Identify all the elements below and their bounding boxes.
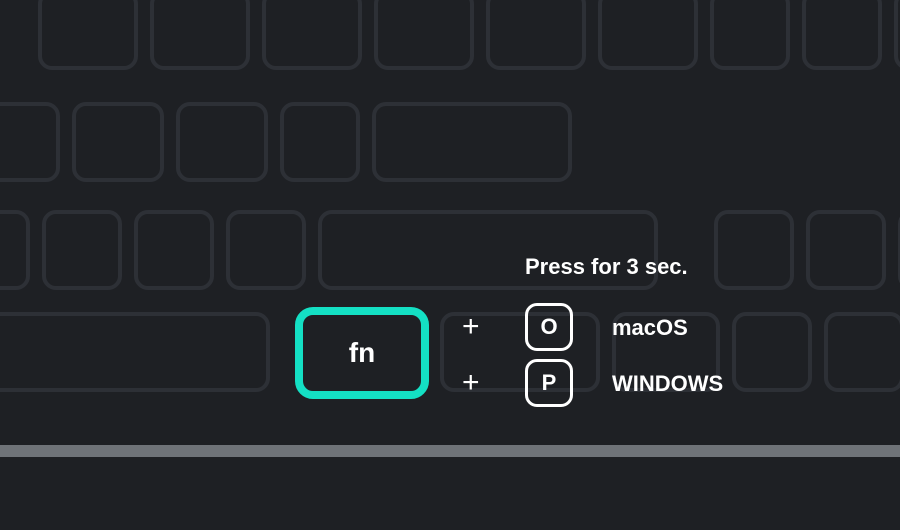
plus-icon: + [462, 312, 480, 342]
key-p-label: P [542, 370, 557, 396]
bg-key [372, 102, 572, 182]
bg-key [894, 0, 900, 70]
bg-key [710, 0, 790, 70]
key-p: P [525, 359, 573, 407]
bg-key [598, 0, 698, 70]
bg-key [824, 312, 900, 392]
bg-key [134, 210, 214, 290]
bg-key [802, 0, 882, 70]
bg-key [0, 312, 270, 392]
instruction-text: Press for 3 sec. [525, 254, 688, 280]
bg-key [732, 312, 812, 392]
bg-key [176, 102, 268, 182]
bg-key [72, 102, 164, 182]
bg-key [0, 102, 60, 182]
separator-bar [0, 445, 900, 457]
key-o-label: O [540, 314, 557, 340]
bg-key [0, 210, 30, 290]
os-label-mac: macOS [612, 315, 688, 341]
bg-key [42, 210, 122, 290]
plus-icon: + [462, 368, 480, 398]
bg-key [806, 210, 886, 290]
key-o: O [525, 303, 573, 351]
os-label-windows: WINDOWS [612, 371, 723, 397]
bg-key [226, 210, 306, 290]
bg-key [280, 102, 360, 182]
bg-key [714, 210, 794, 290]
bg-key [486, 0, 586, 70]
bg-key [150, 0, 250, 70]
bg-key [38, 0, 138, 70]
fn-key: fn [295, 307, 429, 399]
bg-key [374, 0, 474, 70]
bg-key [262, 0, 362, 70]
fn-key-label: fn [349, 337, 375, 369]
